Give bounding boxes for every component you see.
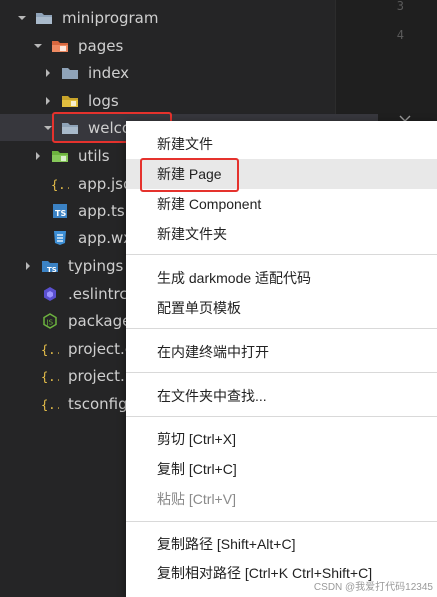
tree-item-miniprogram[interactable]: miniprogram [0,4,352,31]
line-number: 3 [396,0,404,13]
json-icon: {..} [51,175,69,193]
tree-item-label: project.c [68,339,134,358]
json-icon: {..} [41,367,59,385]
menu-item-open-in-terminal[interactable]: 在内建终端中打开 [126,337,437,367]
watermark-text: CSDN @我爱打代码12345 [313,582,433,593]
tree-item-index[interactable]: index [0,59,378,86]
folder-open-icon [35,9,53,27]
menu-item-cut[interactable]: 剪切 [Ctrl+X] [126,424,437,454]
tree-item-label: index [88,63,130,82]
tree-item-label: tsconfig [68,394,128,413]
tree-item-label: package [68,311,132,330]
folder-utils-icon [51,147,69,165]
svg-text:{..}: {..} [41,370,59,384]
tree-item-label: .eslintrc. [68,284,133,303]
highlight-box-new-page [140,158,239,192]
chevron-down-icon [33,41,43,51]
typescript-icon: TS [51,202,69,220]
folder-pages-icon [51,37,69,55]
tree-item-label: app.ts [78,201,125,220]
tree-item-logs[interactable]: logs [0,87,378,114]
tree-item-label: logs [88,91,119,110]
menu-item-new-component[interactable]: 新建 Component [126,189,437,219]
svg-text:{..}: {..} [41,398,59,412]
folder-logs-icon [61,92,79,110]
tree-item-label: typings [68,256,124,275]
tree-item-label: app.jso [78,174,133,193]
json-icon: {..} [41,395,59,413]
menu-item-new-folder[interactable]: 新建文件夹 [126,219,437,249]
menu-separator [126,372,437,373]
folder-icon [61,64,79,82]
menu-item-copy[interactable]: 复制 [Ctrl+C] [126,454,437,484]
svg-text:TS: TS [47,266,57,274]
menu-separator [126,521,437,522]
line-number: 4 [396,28,404,42]
menu-item-new-file[interactable]: 新建文件 [126,129,437,159]
tree-item-label: miniprogram [62,8,159,27]
chevron-right-icon [33,151,43,161]
context-menu: 新建文件 新建 Page 新建 Component 新建文件夹 生成 darkm… [126,121,437,597]
tree-item-pages[interactable]: pages [0,32,368,59]
menu-separator [126,416,437,417]
nodejs-icon: JS [41,312,59,330]
menu-item-find-in-folder[interactable]: 在文件夹中查找... [126,381,437,411]
menu-item-generate-darkmode[interactable]: 生成 darkmode 适配代码 [126,263,437,293]
svg-text:{..}: {..} [41,343,59,357]
chevron-down-icon [17,13,27,23]
svg-text:JS: JS [46,318,54,326]
chevron-right-icon [43,96,53,106]
tree-item-label: utils [78,146,110,165]
folder-ts-icon: TS [41,257,59,275]
svg-text:TS: TS [55,209,66,218]
menu-separator [126,254,437,255]
eslint-icon [41,285,59,303]
tree-item-label: pages [78,36,124,55]
css-icon [51,229,69,247]
chevron-right-icon [23,261,33,271]
menu-item-paste: 粘贴 [Ctrl+V] [157,491,236,507]
menu-item-page-template[interactable]: 配置单页模板 [126,293,437,323]
tree-item-label: app.wx [78,228,133,247]
tree-item-label: project.p [68,366,135,385]
svg-text:{..}: {..} [51,178,69,192]
menu-item-copy-path[interactable]: 复制路径 [Shift+Alt+C] [126,529,437,559]
json-icon: {..} [41,340,59,358]
menu-separator [126,328,437,329]
chevron-right-icon [43,68,53,78]
